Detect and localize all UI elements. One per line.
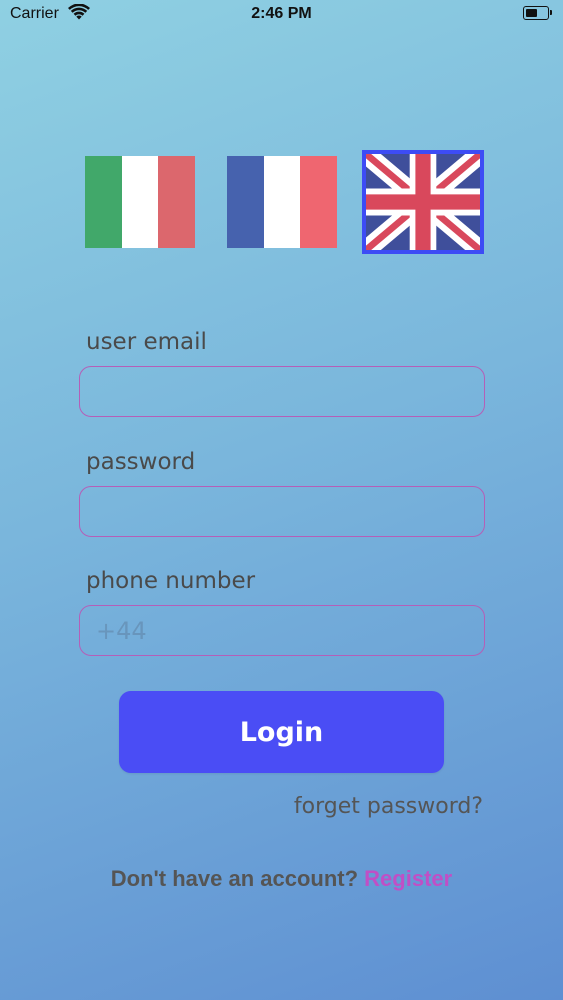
flag-stripe (158, 156, 196, 248)
flag-stripe (263, 156, 301, 248)
password-label: password (86, 449, 196, 475)
flag-uk-icon[interactable] (362, 150, 484, 254)
flag-stripe (227, 156, 264, 248)
flag-stripe (85, 156, 122, 248)
register-link[interactable]: Register (364, 866, 452, 891)
register-row: Don't have an account? Register (0, 866, 563, 892)
forget-password-link[interactable]: forget password? (294, 794, 483, 819)
clock: 2:46 PM (251, 5, 312, 22)
phone-field[interactable] (79, 605, 485, 656)
flag-italy-icon[interactable] (85, 156, 196, 248)
language-selector (0, 150, 563, 255)
flag-stripe (121, 156, 159, 248)
battery-icon (523, 6, 552, 20)
battery-level (526, 9, 537, 17)
no-account-text: Don't have an account? (110, 866, 359, 891)
union-jack-graphic (366, 154, 480, 250)
email-field[interactable] (79, 366, 485, 417)
flag-stripe (300, 156, 338, 248)
password-field[interactable] (79, 486, 485, 537)
phone-label: phone number (86, 568, 256, 594)
login-button[interactable]: Login (119, 691, 444, 773)
flag-france-icon[interactable] (227, 156, 338, 248)
status-bar: Carrier 2:46 PM (0, 0, 563, 30)
email-label: user email (86, 329, 207, 355)
